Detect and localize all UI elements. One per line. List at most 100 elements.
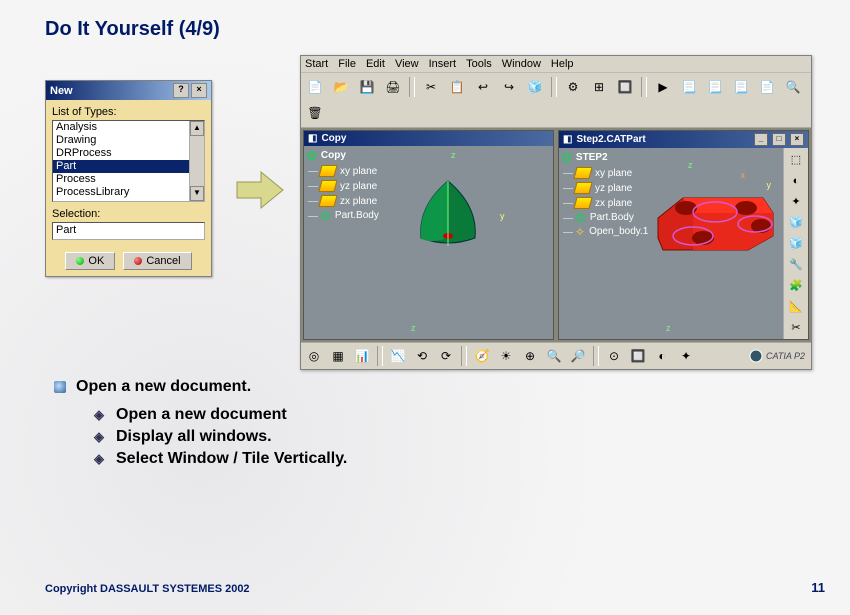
- plane-icon: [573, 197, 592, 209]
- toolbar-button[interactable]: ✦: [675, 345, 697, 367]
- menu-insert[interactable]: Insert: [429, 58, 457, 70]
- toolbar-button[interactable]: ⟳: [435, 345, 457, 367]
- toolbar-button[interactable]: 📉: [387, 345, 409, 367]
- scroll-up-icon[interactable]: ▲: [190, 121, 204, 136]
- toolbar-button[interactable]: 📊: [351, 345, 373, 367]
- menu-tools[interactable]: Tools: [466, 58, 492, 70]
- help-button[interactable]: ?: [173, 83, 189, 98]
- toolbar-button[interactable]: ◐: [651, 345, 673, 367]
- separator: [593, 346, 599, 366]
- toolbar-button[interactable]: ▦: [327, 345, 349, 367]
- tree-item-label: zx plane: [340, 196, 377, 207]
- toolbar-button[interactable]: 🧩: [785, 276, 807, 295]
- toolbar-button[interactable]: 💾: [355, 75, 379, 99]
- toolbar-button[interactable]: ⬚: [785, 150, 807, 169]
- toolbar-button[interactable]: ▶: [651, 75, 675, 99]
- toolbar-button[interactable]: 🧊: [523, 75, 547, 99]
- type-item[interactable]: Part: [53, 160, 204, 173]
- toolbar-button[interactable]: 📃: [677, 75, 701, 99]
- toolbar-button[interactable]: 🔎: [567, 345, 589, 367]
- instruction-main: Open a new document.: [76, 378, 251, 396]
- dialog-title-text: New: [50, 85, 73, 97]
- listbox-scrollbar[interactable]: ▲ ▼: [189, 121, 204, 201]
- toolbar-button[interactable]: ⊞: [587, 75, 611, 99]
- type-item[interactable]: Analysis: [53, 121, 204, 134]
- bullet-icon: ◈: [94, 432, 104, 442]
- bullet-icon: ◈: [94, 410, 104, 420]
- tree-step2[interactable]: ✿ STEP2 xy plane yz plane zx plane ✿ Part.Bo…: [559, 148, 658, 339]
- child-titlebar-step2: ◧ Step2.CATPart _ □ ×: [559, 131, 808, 148]
- type-item[interactable]: Process: [53, 173, 204, 186]
- toolbar-button[interactable]: 🔲: [627, 345, 649, 367]
- tree-item[interactable]: ✧Open_body.1: [575, 226, 656, 237]
- type-item[interactable]: ProcessLibrary: [53, 186, 204, 199]
- toolbar-button[interactable]: ☀: [495, 345, 517, 367]
- toolbar-button[interactable]: ⊕: [519, 345, 541, 367]
- toolbar-button[interactable]: ◐: [785, 171, 807, 190]
- toolbar-button[interactable]: ⊙: [603, 345, 625, 367]
- toolbar-button[interactable]: 📋: [445, 75, 469, 99]
- toolbar-button[interactable]: ⚙: [561, 75, 585, 99]
- tree-item[interactable]: zx plane: [575, 197, 656, 209]
- toolbar-button[interactable]: 🧭: [471, 345, 493, 367]
- tree-root-step2: STEP2: [576, 152, 608, 163]
- toolbar-button[interactable]: ⟲: [411, 345, 433, 367]
- toolbar-button[interactable]: 🔍: [781, 75, 805, 99]
- toolbar-button[interactable]: 🔧: [785, 255, 807, 274]
- tree-item[interactable]: yz plane: [320, 180, 401, 192]
- tree-item-label: xy plane: [595, 168, 632, 179]
- viewport-copy[interactable]: z y z: [403, 146, 553, 339]
- right-toolbar: ⬚ ◐ ✦ 🧊 🧊 🔧 🧩 📐 ✂: [783, 148, 808, 339]
- menu-start[interactable]: Start: [305, 58, 328, 70]
- close-button[interactable]: ×: [191, 83, 207, 98]
- catia-app-window: Start File Edit View Insert Tools Window Help 📄…: [300, 55, 812, 370]
- toolbar-button[interactable]: 📃: [729, 75, 753, 99]
- toolbar-button[interactable]: ✦: [785, 192, 807, 211]
- type-item[interactable]: Drawing: [53, 134, 204, 147]
- tree-root-copy: Copy: [321, 150, 346, 161]
- tree-copy[interactable]: ✿ Copy xy planeyz planezx plane✿Part.Bod…: [304, 146, 403, 339]
- toolbar-button[interactable]: 🔍: [543, 345, 565, 367]
- viewport-step2[interactable]: z x y: [658, 148, 783, 339]
- menu-view[interactable]: View: [395, 58, 419, 70]
- tree-item-label: Part.Body: [590, 212, 634, 223]
- scroll-down-icon[interactable]: ▼: [190, 186, 204, 201]
- types-listbox[interactable]: AnalysisDrawingDRProcessPartProcessProce…: [52, 120, 205, 202]
- axis-z-label: z: [451, 150, 456, 160]
- toolbar-button[interactable]: ◎: [303, 345, 325, 367]
- tree-item[interactable]: ✿Part.Body: [320, 210, 401, 221]
- minimize-button[interactable]: _: [754, 133, 768, 146]
- tree-item[interactable]: yz plane: [575, 182, 656, 194]
- menu-edit[interactable]: Edit: [366, 58, 385, 70]
- toolbar-button[interactable]: ↪: [497, 75, 521, 99]
- tree-item[interactable]: xy plane: [320, 165, 401, 177]
- tree-item[interactable]: xy plane: [575, 167, 656, 179]
- close-button[interactable]: ×: [790, 133, 804, 146]
- toolbar-button[interactable]: 📂: [329, 75, 353, 99]
- toolbar-button[interactable]: 🗑: [303, 101, 327, 125]
- gear-icon: ✿: [575, 213, 586, 223]
- tree-item[interactable]: zx plane: [320, 195, 401, 207]
- tree-item[interactable]: ✿ Part.Body: [575, 212, 656, 223]
- ok-button[interactable]: OK: [65, 252, 115, 270]
- toolbar-button[interactable]: ↩: [471, 75, 495, 99]
- menu-window[interactable]: Window: [502, 58, 541, 70]
- tree-item-label: zx plane: [595, 198, 632, 209]
- menu-file[interactable]: File: [338, 58, 356, 70]
- toolbar-button[interactable]: 🖨: [381, 75, 405, 99]
- toolbar-button[interactable]: 📄: [303, 75, 327, 99]
- cancel-button[interactable]: Cancel: [123, 252, 191, 270]
- maximize-button[interactable]: □: [772, 133, 786, 146]
- toolbar-button[interactable]: 📄: [755, 75, 779, 99]
- toolbar-button[interactable]: 📐: [785, 297, 807, 316]
- toolbar-button[interactable]: 🧊: [785, 213, 807, 232]
- toolbar-button[interactable]: 🔲: [613, 75, 637, 99]
- toolbar-button[interactable]: 📃: [703, 75, 727, 99]
- toolbar-button[interactable]: 🧊: [785, 234, 807, 253]
- toolbar-button[interactable]: ✂: [419, 75, 443, 99]
- toolbar-button[interactable]: ✂: [785, 318, 807, 337]
- selection-field[interactable]: Part: [52, 222, 205, 240]
- type-item[interactable]: DRProcess: [53, 147, 204, 160]
- top-toolbar: 📄📂💾🖨✂📋↩↪🧊⚙⊞🔲▶📃📃📃📄🔍🗑: [301, 73, 811, 128]
- menu-help[interactable]: Help: [551, 58, 574, 70]
